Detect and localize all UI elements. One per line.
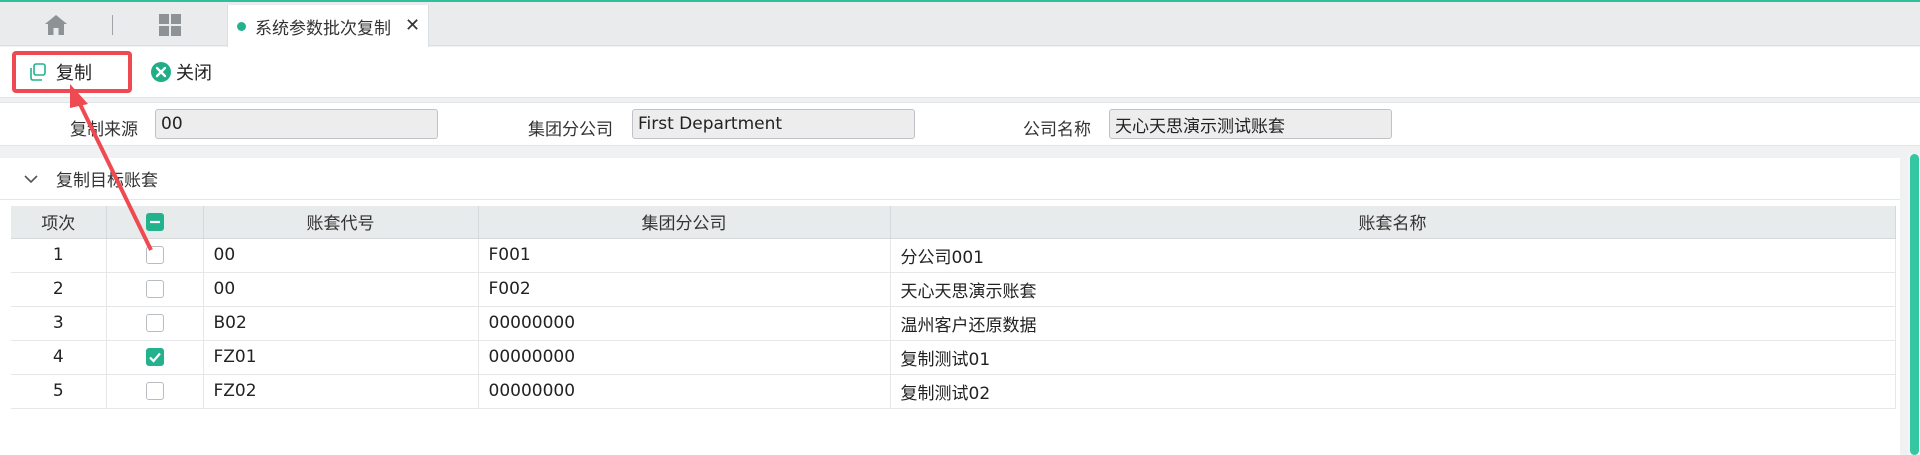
section-title: 复制目标账套 — [56, 171, 158, 191]
vertical-scrollbar[interactable] — [1908, 154, 1920, 455]
row-index: 2 — [11, 272, 107, 307]
copy-source-form: 复制来源 集团分公司 公司名称 — [0, 102, 1920, 146]
row-name: 分公司001 — [890, 238, 1896, 273]
row-select — [106, 340, 204, 375]
apps-tab[interactable] — [152, 12, 188, 38]
row-index: 4 — [11, 340, 107, 375]
row-select — [106, 238, 204, 273]
row-checkbox[interactable] — [145, 280, 164, 298]
row-index: 3 — [11, 306, 107, 341]
table-row[interactable]: 5 FZ02 00000000 复制测试02 — [11, 374, 1896, 409]
tab-bar: 系统参数批次复制 ✕ — [0, 2, 1920, 47]
group-field[interactable] — [632, 109, 915, 139]
scrollbar-thumb[interactable] — [1910, 154, 1919, 455]
chevron-down-icon[interactable] — [24, 174, 38, 184]
row-checkbox[interactable] — [145, 382, 164, 400]
row-index: 5 — [11, 374, 107, 409]
copy-button[interactable]: 复制 — [12, 51, 132, 93]
col-header-index: 项次 — [11, 206, 107, 239]
col-header-select — [106, 206, 204, 239]
tab-batch-copy[interactable]: 系统参数批次复制 ✕ — [227, 5, 429, 47]
table-row[interactable]: 4 FZ01 00000000 复制测试01 — [11, 340, 1896, 375]
row-name: 复制测试01 — [890, 340, 1896, 375]
toolbar: 复制 关闭 — [0, 47, 1920, 98]
copy-label: 复制 — [56, 63, 92, 84]
row-group: F001 — [478, 238, 891, 273]
close-button[interactable]: 关闭 — [150, 57, 212, 87]
row-name: 温州客户还原数据 — [890, 306, 1896, 341]
home-icon — [45, 15, 67, 35]
row-checkbox[interactable] — [145, 314, 164, 332]
section-header[interactable]: 复制目标账套 — [0, 158, 1900, 200]
row-checkbox[interactable] — [145, 348, 164, 366]
row-group: 00000000 — [478, 340, 891, 375]
company-label: 公司名称 — [1023, 120, 1091, 140]
row-select — [106, 374, 204, 409]
table-row[interactable]: 3 B02 00000000 温州客户还原数据 — [11, 306, 1896, 341]
row-index: 1 — [11, 238, 107, 273]
grid-icon — [159, 14, 181, 36]
row-code: 00 — [203, 238, 479, 273]
row-name: 天心天思演示账套 — [890, 272, 1896, 307]
select-all-checkbox[interactable] — [145, 212, 164, 231]
row-code: B02 — [203, 306, 479, 341]
close-circle-icon — [150, 61, 172, 83]
target-accounts-section: 复制目标账套 项次 账套代号 集团分公司 账套名称 1 00 F001 分公司0… — [0, 158, 1900, 455]
active-dot — [237, 21, 246, 31]
row-group: F002 — [478, 272, 891, 307]
tab-separator — [112, 15, 113, 35]
group-label: 集团分公司 — [528, 120, 613, 140]
table-header-row: 项次 账套代号 集团分公司 账套名称 — [11, 206, 1896, 239]
row-name: 复制测试02 — [890, 374, 1896, 409]
table-row[interactable]: 1 00 F001 分公司001 — [11, 238, 1896, 273]
tab-label: 系统参数批次复制 — [255, 18, 391, 39]
source-field[interactable] — [155, 109, 438, 139]
close-icon[interactable]: ✕ — [405, 17, 420, 35]
row-code: FZ01 — [203, 340, 479, 375]
row-checkbox[interactable] — [145, 246, 164, 264]
col-header-name: 账套名称 — [890, 206, 1896, 239]
row-group: 00000000 — [478, 306, 891, 341]
row-group: 00000000 — [478, 374, 891, 409]
row-select — [106, 306, 204, 341]
col-header-code: 账套代号 — [203, 206, 479, 239]
table-row[interactable]: 2 00 F002 天心天思演示账套 — [11, 272, 1896, 307]
row-code: 00 — [203, 272, 479, 307]
row-code: FZ02 — [203, 374, 479, 409]
home-tab[interactable] — [38, 12, 74, 38]
company-field[interactable] — [1109, 109, 1392, 139]
close-label: 关闭 — [176, 63, 212, 84]
row-select — [106, 272, 204, 307]
copy-icon — [28, 62, 48, 82]
accounts-table: 项次 账套代号 集团分公司 账套名称 1 00 F001 分公司001 2 00 F002 天… — [11, 206, 1896, 409]
source-label: 复制来源 — [70, 120, 138, 140]
col-header-group: 集团分公司 — [478, 206, 891, 239]
